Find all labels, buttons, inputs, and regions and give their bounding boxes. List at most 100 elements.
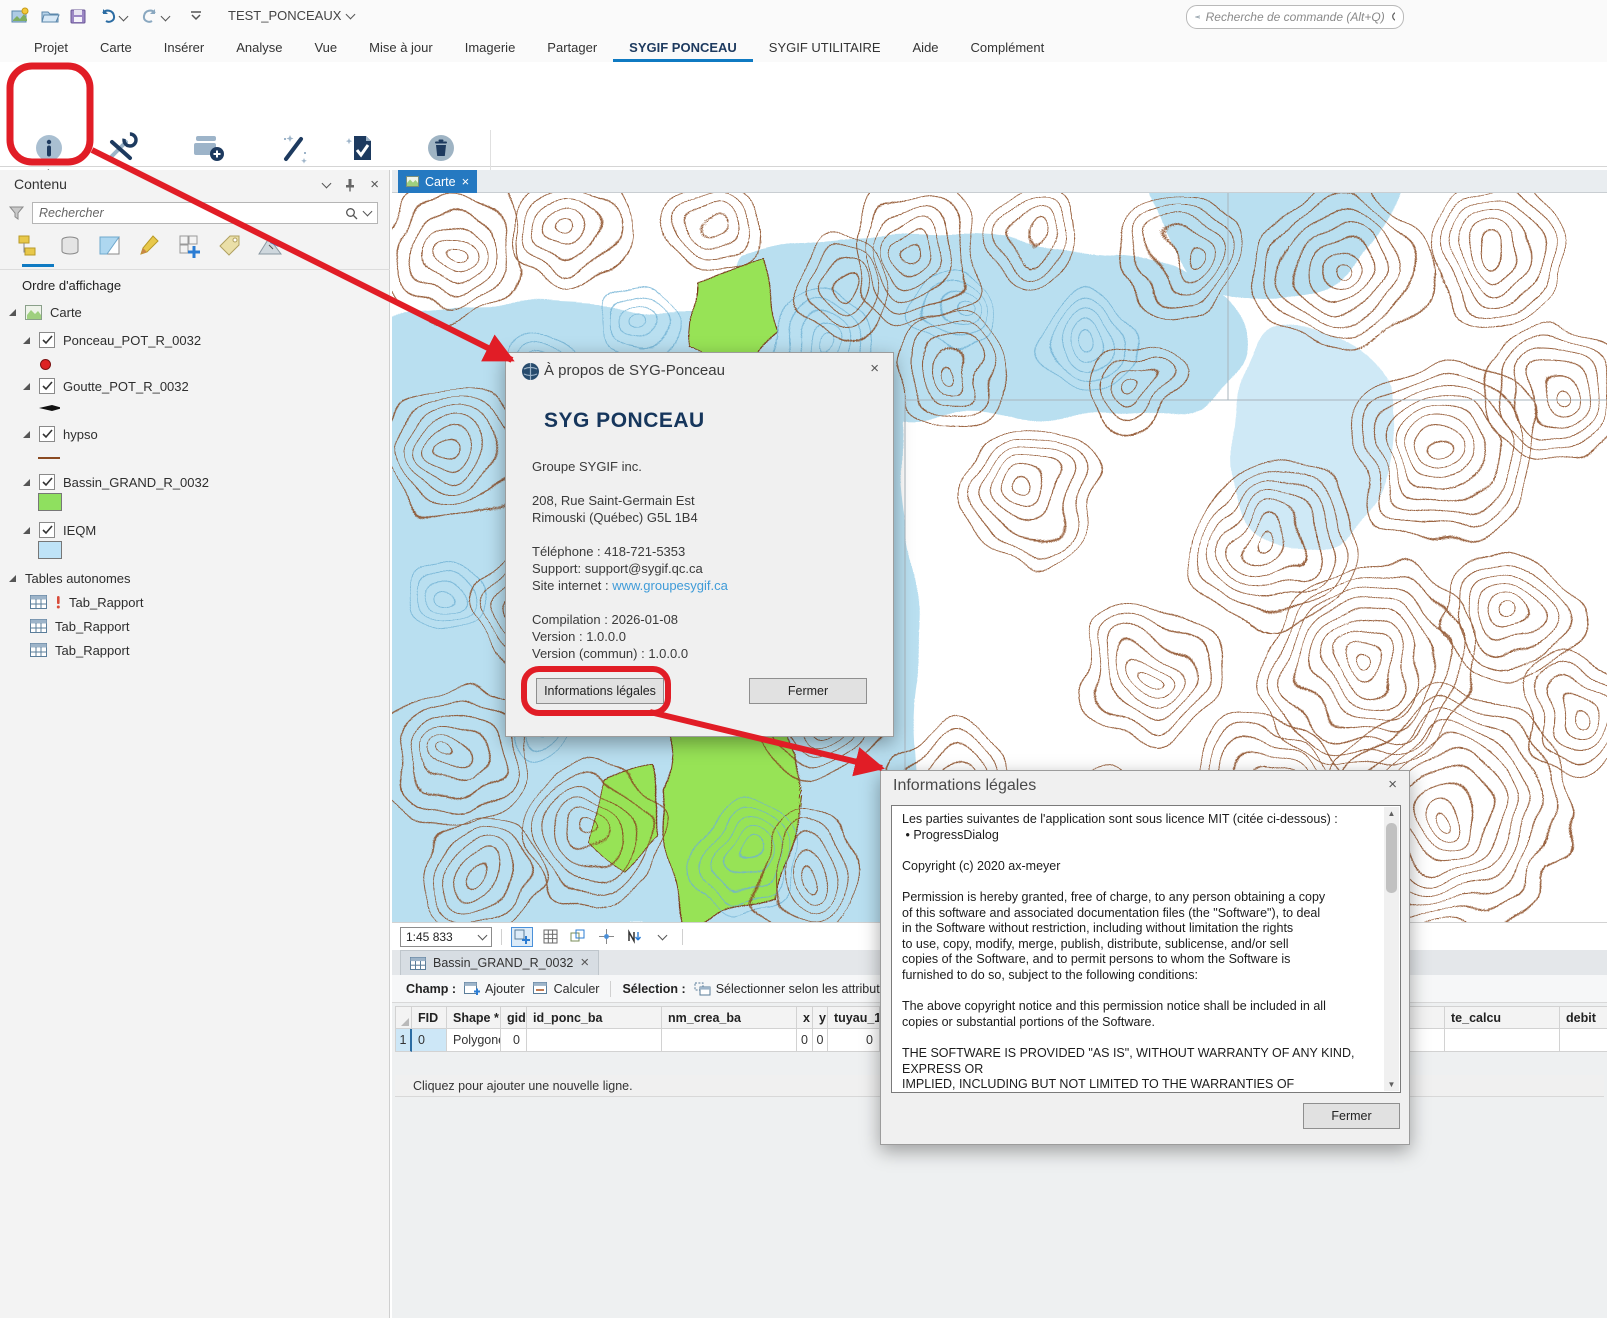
close-legal-button[interactable]: Fermer — [1303, 1103, 1400, 1129]
grid-icon[interactable] — [539, 927, 561, 947]
cell-x[interactable]: 0 — [797, 1029, 813, 1052]
layout-guides-icon[interactable] — [567, 927, 589, 947]
close-table-tab-icon[interactable]: × — [580, 956, 589, 970]
tree-item-table[interactable]: Tab_Rapport — [30, 592, 143, 612]
scrollbar[interactable]: ▲ ▼ — [1384, 807, 1399, 1091]
list-by-snapping-icon[interactable] — [176, 232, 204, 260]
chevron-down-icon[interactable] — [651, 927, 673, 947]
filter-icon[interactable] — [8, 205, 26, 221]
layer-symbol-black-arrow[interactable] — [38, 398, 62, 418]
list-by-labeling-icon[interactable] — [216, 232, 244, 260]
new-project-icon[interactable] — [10, 7, 30, 25]
contents-search-input[interactable]: Rechercher — [32, 202, 378, 224]
calculate-field-button[interactable]: Calculer — [533, 982, 600, 996]
cell-id-ponc-ba[interactable] — [527, 1029, 662, 1052]
close-about-button[interactable]: Fermer — [749, 678, 867, 704]
undo-dropdown-icon[interactable] — [120, 7, 130, 25]
tree-item-carte[interactable]: Carte — [8, 302, 82, 322]
legal-info-button[interactable]: Informations légales — [536, 678, 664, 704]
layer-symbol-green-fill[interactable] — [38, 492, 62, 512]
tab-inserer[interactable]: Insérer — [148, 34, 220, 62]
layer-checkbox[interactable] — [39, 332, 55, 348]
column-header-x[interactable]: x — [797, 1006, 813, 1029]
cell-gid[interactable]: 0 — [501, 1029, 527, 1052]
expander-icon[interactable] — [22, 478, 31, 487]
expander-icon[interactable] — [22, 430, 31, 439]
expander-icon[interactable] — [22, 526, 31, 535]
website-link[interactable]: www.groupesygif.ca — [612, 578, 728, 593]
grid-add-icon[interactable] — [511, 927, 533, 947]
row-number-cell[interactable]: 1 — [395, 1029, 412, 1052]
tab-mise-a-jour[interactable]: Mise à jour — [353, 34, 449, 62]
cell-shape[interactable]: Polygone — [447, 1029, 501, 1052]
tab-partager[interactable]: Partager — [531, 34, 613, 62]
tab-complement[interactable]: Complément — [955, 34, 1061, 62]
cell-debit[interactable] — [1560, 1029, 1607, 1052]
tab-aide[interactable]: Aide — [897, 34, 955, 62]
cell-fid[interactable]: 0 — [412, 1029, 447, 1052]
column-header-shape[interactable]: Shape * — [447, 1006, 501, 1029]
tree-item-layer[interactable]: Bassin_GRAND_R_0032 — [22, 472, 209, 492]
close-map-tab-icon[interactable]: × — [462, 175, 470, 189]
add-field-button[interactable]: Ajouter — [464, 982, 525, 996]
expander-icon[interactable] — [22, 382, 31, 391]
table-tab-bassin[interactable]: Bassin_GRAND_R_0032 × — [400, 950, 599, 975]
tab-sygif-utilitaire[interactable]: SYGIF UTILITAIRE — [753, 34, 897, 62]
project-title[interactable]: TEST_PONCEAUX — [228, 8, 354, 23]
list-by-data-source-icon[interactable] — [56, 232, 84, 260]
pin-icon[interactable] — [344, 178, 356, 192]
cell-te-calcu[interactable] — [1445, 1029, 1560, 1052]
tab-imagerie[interactable]: Imagerie — [449, 34, 532, 62]
column-header-nm-crea-ba[interactable]: nm_crea_ba — [662, 1006, 797, 1029]
redo-dropdown-icon[interactable] — [162, 7, 172, 25]
layer-checkbox[interactable] — [39, 474, 55, 490]
list-by-drawing-order-icon[interactable] — [16, 232, 44, 260]
license-textbox[interactable]: Les parties suivantes de l'application s… — [891, 805, 1401, 1093]
layer-symbol-red-point[interactable] — [40, 354, 51, 374]
scrollbar-thumb[interactable] — [1386, 823, 1397, 893]
scroll-up-icon[interactable]: ▲ — [1386, 808, 1397, 819]
column-header-te-calcu[interactable]: te_calcu — [1445, 1006, 1560, 1029]
layer-checkbox[interactable] — [39, 426, 55, 442]
column-header-fid[interactable]: FID — [412, 1006, 447, 1029]
command-search-input[interactable]: Recherche de commande (Alt+Q) — [1186, 5, 1404, 29]
grid-corner-cell[interactable] — [395, 1006, 412, 1029]
layer-symbol-brown-line[interactable] — [38, 448, 60, 468]
select-by-attributes-button[interactable]: Sélectionner selon les attributs — [694, 982, 886, 996]
tree-item-table[interactable]: Tab_Rapport — [30, 640, 129, 660]
tree-item-table[interactable]: Tab_Rapport — [30, 616, 129, 636]
map-tab-carte[interactable]: Carte × — [398, 170, 477, 193]
crosshair-icon[interactable] — [595, 927, 617, 947]
tab-sygif-ponceau[interactable]: SYGIF PONCEAU — [613, 34, 753, 62]
tab-carte[interactable]: Carte — [84, 34, 148, 62]
list-by-perspective-icon[interactable] — [256, 232, 284, 260]
cell-nm-crea-ba[interactable] — [662, 1029, 797, 1052]
tree-item-layer[interactable]: IEQM — [22, 520, 96, 540]
tree-item-layer[interactable]: Ponceau_POT_R_0032 — [22, 330, 201, 350]
close-about-dialog-icon[interactable]: × — [870, 362, 879, 376]
list-by-editing-icon[interactable] — [136, 232, 164, 260]
expander-icon[interactable] — [22, 336, 31, 345]
tree-item-tables-autonomes[interactable]: Tables autonomes — [8, 568, 131, 588]
scale-select[interactable]: 1:45 833 — [400, 927, 492, 947]
customize-quick-access-icon[interactable] — [188, 7, 208, 25]
open-project-icon[interactable] — [40, 7, 60, 25]
column-header-tuyau-1[interactable]: tuyau_1 — [828, 1006, 880, 1029]
close-legal-dialog-icon[interactable]: × — [1388, 778, 1397, 792]
tree-item-layer[interactable]: hypso — [22, 424, 98, 444]
column-header-debit[interactable]: debit — [1560, 1006, 1607, 1029]
column-header-gid[interactable]: gid — [501, 1006, 527, 1029]
redo-icon[interactable] — [140, 7, 160, 25]
layer-symbol-blue-fill[interactable] — [38, 540, 62, 560]
save-project-icon[interactable] — [68, 7, 88, 25]
column-header-y[interactable]: y — [813, 1006, 828, 1029]
layer-checkbox[interactable] — [39, 522, 55, 538]
north-arrow-icon[interactable] — [623, 927, 645, 947]
layer-checkbox[interactable] — [39, 378, 55, 394]
cell-y[interactable]: 0 — [813, 1029, 828, 1052]
column-header-id-ponc-ba[interactable]: id_ponc_ba — [527, 1006, 662, 1029]
tab-projet[interactable]: Projet — [18, 34, 84, 62]
pane-menu-chevron-icon[interactable] — [322, 179, 332, 189]
tree-item-layer[interactable]: Goutte_POT_R_0032 — [22, 376, 189, 396]
expander-icon[interactable] — [8, 308, 17, 317]
